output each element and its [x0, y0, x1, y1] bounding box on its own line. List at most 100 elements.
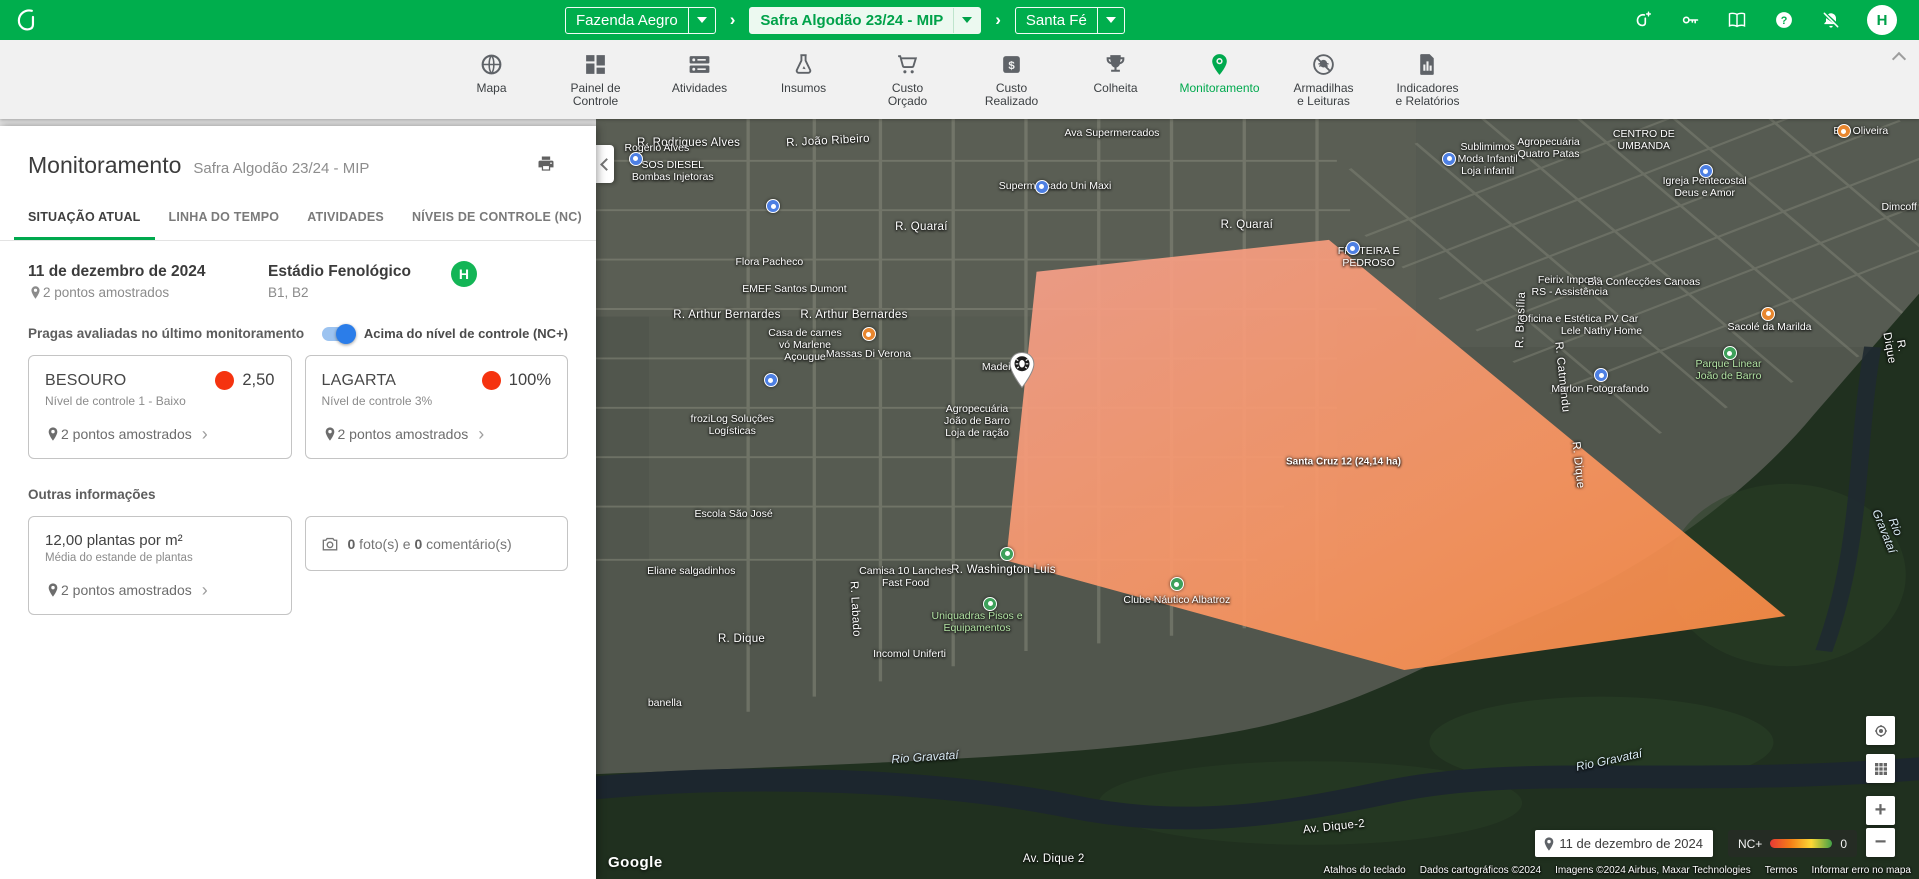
print-button[interactable] [536, 154, 556, 179]
flask-icon [791, 52, 816, 77]
nc-legend-gradient [1770, 839, 1832, 848]
sampled-points-label: 2 pontos amostrados [61, 426, 192, 442]
map-poi-marker[interactable] [1699, 164, 1713, 178]
sampled-points-link[interactable]: 2 pontos amostrados › [322, 426, 552, 442]
nav-item-painel-de-controle[interactable]: Painel de Controle [557, 52, 635, 108]
pest-cards: BESOURO 2,50 Nível de controle 1 - Baixo… [28, 355, 568, 459]
season-selector-caret[interactable] [953, 8, 980, 33]
nav-item-atividades[interactable]: Atividades [661, 52, 739, 95]
notifications-off-icon[interactable] [1820, 9, 1842, 31]
pest-control-level: Nível de controle 3% [322, 394, 552, 408]
zoom-in-button[interactable]: + [1866, 796, 1895, 825]
attribution-terms[interactable]: Termos [1765, 865, 1798, 876]
panel-tabs: SITUAÇÃO ATUAL LINHA DO TEMPO ATIVIDADES… [0, 197, 596, 241]
page-subtitle: Safra Algodão 23/24 - MIP [193, 160, 369, 177]
map-poi-marker[interactable] [1594, 368, 1608, 382]
chevron-right-icon: › [202, 427, 208, 441]
aegro-logo-icon[interactable] [14, 7, 40, 38]
my-location-button[interactable] [1866, 716, 1895, 745]
chevron-down-icon [1106, 17, 1116, 23]
stand-subtitle: Média do estande de plantas [45, 552, 275, 564]
aegro-plus-icon[interactable] [1632, 9, 1654, 31]
map-poi-marker[interactable] [1723, 346, 1737, 360]
map-tiles-button[interactable] [1866, 754, 1895, 783]
report-chart-icon [1415, 52, 1440, 77]
plant-stand-card[interactable]: 12,00 plantas por m² Média do estande de… [28, 516, 292, 615]
map-poi-marker[interactable] [1837, 124, 1851, 138]
tab-linha-do-tempo[interactable]: LINHA DO TEMPO [155, 197, 294, 240]
field-selector[interactable]: Santa Fé [1015, 7, 1125, 34]
main-area: R. Rodrigues AlvesR. João RibeiroR. Quar… [0, 119, 1919, 879]
map-poi-marker[interactable] [1000, 547, 1014, 561]
camera-icon [320, 534, 340, 554]
module-nav: Mapa Painel de Controle Atividades Insum… [453, 40, 1467, 119]
nav-item-armadilhas[interactable]: Armadilhas e Leituras [1285, 52, 1363, 108]
nav-item-insumos[interactable]: Insumos [765, 52, 843, 95]
sampled-points-link[interactable]: 2 pontos amostrados › [45, 426, 275, 442]
nav-item-indicadores[interactable]: Indicadores e Relatórios [1389, 52, 1467, 108]
field-selector-caret[interactable] [1097, 8, 1124, 33]
map-poi-marker[interactable] [766, 199, 780, 213]
place-pin-icon [45, 582, 61, 598]
user-avatar[interactable]: H [1867, 5, 1897, 35]
map-poi-marker[interactable] [862, 327, 876, 341]
map-date-chip[interactable]: 11 de dezembro de 2024 [1535, 830, 1713, 857]
attribution-imagery: Imagens ©2024 Airbus, Maxar Technologies [1555, 865, 1751, 876]
nc-toggle-wrap: Acima do nível de controle (NC+) [322, 326, 568, 341]
nav-item-custo-realizado[interactable]: $ Custo Realizado [973, 52, 1051, 108]
nc-legend-label: NC+ [1738, 837, 1762, 851]
map-poi-marker[interactable] [1346, 241, 1360, 255]
map-poi-marker[interactable] [1170, 577, 1184, 591]
map-poi-marker[interactable] [1442, 152, 1456, 166]
chevron-down-icon [962, 17, 972, 23]
panel-collapse-handle[interactable] [596, 145, 614, 183]
map-date-text: 11 de dezembro de 2024 [1559, 836, 1703, 851]
svg-text:?: ? [1781, 15, 1788, 27]
farm-selector[interactable]: Fazenda Aegro [565, 7, 716, 34]
book-icon[interactable] [1726, 9, 1748, 31]
farm-selector-caret[interactable] [688, 8, 715, 33]
context-selectors: Fazenda Aegro › Safra Algodão 23/24 - MI… [565, 7, 1125, 34]
pest-name: BESOURO [45, 372, 215, 390]
nc-toggle-knob [336, 324, 356, 344]
topbar-actions: ? H [1632, 5, 1897, 35]
attribution-keyboard[interactable]: Atalhos do teclado [1323, 865, 1405, 876]
nav-item-custo-orcado[interactable]: Custo Orçado [869, 52, 947, 108]
cart-icon [895, 52, 920, 77]
tab-atividades[interactable]: ATIVIDADES [293, 197, 398, 240]
attribution-cartography: Dados cartográficos ©2024 [1420, 865, 1541, 876]
place-pin-icon [45, 426, 61, 442]
dashboard-icon [583, 52, 608, 77]
media-card[interactable]: 0 foto(s) e 0 comentário(s) [305, 516, 569, 571]
bug-off-icon [1311, 52, 1336, 77]
zoom-out-button[interactable]: − [1866, 828, 1895, 857]
map-poi-marker[interactable] [1035, 180, 1049, 194]
tab-niveis-de-controle[interactable]: NÍVEIS DE CONTROLE (NC) [398, 197, 596, 240]
media-summary: 0 foto(s) e 0 comentário(s) [348, 536, 512, 552]
tab-situacao-atual[interactable]: SITUAÇÃO ATUAL [14, 197, 155, 240]
map-canvas[interactable]: R. Rodrigues AlvesR. João RibeiroR. Quar… [596, 119, 1919, 879]
nc-toggle[interactable] [322, 327, 356, 341]
pest-card-lagarta[interactable]: LAGARTA 100% Nível de controle 3% 2 pont… [305, 355, 569, 459]
map-poi-marker[interactable] [764, 373, 778, 387]
place-pin-icon [322, 426, 338, 442]
map-poi-marker[interactable] [1761, 307, 1775, 321]
sampled-points-label: 2 pontos amostrados [61, 582, 192, 598]
season-selector[interactable]: Safra Algodão 23/24 - MIP [749, 7, 981, 34]
nav-item-colheita[interactable]: Colheita [1077, 52, 1155, 95]
nav-item-mapa[interactable]: Mapa [453, 52, 531, 95]
monitoring-cluster-pin[interactable] [1007, 351, 1037, 394]
nav-item-monitoramento[interactable]: Monitoramento [1181, 52, 1259, 95]
pest-card-besouro[interactable]: BESOURO 2,50 Nível de controle 1 - Baixo… [28, 355, 292, 459]
google-logo: Google [608, 854, 663, 871]
key-icon[interactable] [1679, 9, 1701, 31]
help-icon[interactable]: ? [1773, 9, 1795, 31]
map-poi-marker[interactable] [629, 152, 643, 166]
collapse-toolbar-button[interactable] [1889, 46, 1909, 66]
attribution-report-error[interactable]: Informar erro no mapa [1812, 865, 1912, 876]
sampled-points-link[interactable]: 2 pontos amostrados › [45, 582, 275, 598]
map-attribution: Atalhos do teclado Dados cartográficos ©… [1323, 865, 1911, 876]
field-selector-label: Santa Fé [1016, 8, 1097, 33]
map-poi-marker[interactable] [983, 597, 997, 611]
date-block: 11 de dezembro de 2024 2 pontos amostrad… [28, 263, 233, 300]
